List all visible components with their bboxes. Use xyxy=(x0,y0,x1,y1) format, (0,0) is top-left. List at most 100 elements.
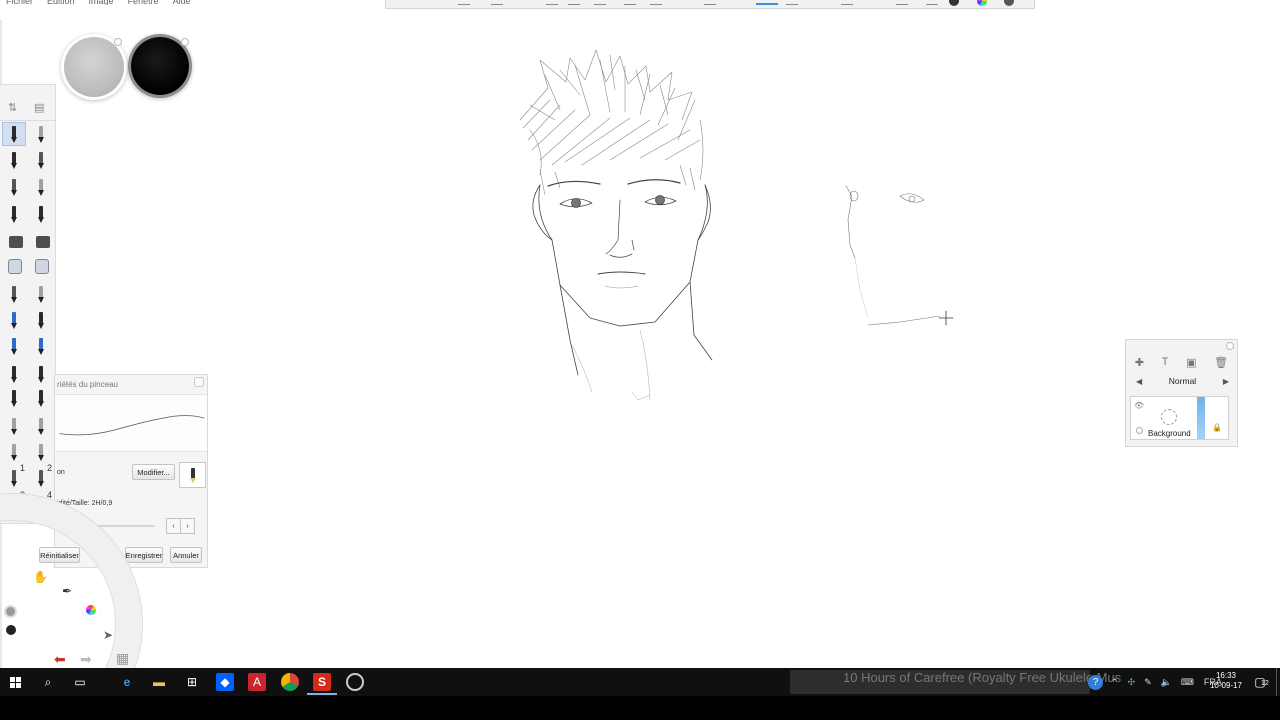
puck-close-icon[interactable] xyxy=(181,38,189,46)
blue-marker-brush[interactable] xyxy=(29,334,53,358)
sketchbook-icon[interactable]: S xyxy=(307,673,337,695)
custom-slot-2[interactable]: 2 xyxy=(29,463,53,490)
paint-brush[interactable] xyxy=(2,386,26,410)
chevron-left-icon[interactable]: ◀ xyxy=(1136,377,1142,386)
blend-mode-selector[interactable]: ◀ Normal ▶ xyxy=(1136,374,1229,388)
hand-tool-icon[interactable]: ✋ xyxy=(33,570,48,584)
eraser-soft[interactable] xyxy=(29,229,53,253)
windows-start-icon[interactable] xyxy=(10,677,22,689)
pencil-gray-brush[interactable] xyxy=(2,282,26,306)
close-icon[interactable] xyxy=(1226,342,1234,350)
ruler-tool-icon[interactable] xyxy=(594,0,606,5)
select-arrow-icon[interactable]: ➤ xyxy=(103,628,113,642)
marker-brush[interactable] xyxy=(29,148,53,172)
inking-pen-brush[interactable] xyxy=(2,175,26,199)
network-icon[interactable]: ✣ xyxy=(1128,677,1136,688)
task-view-icon[interactable]: ▭ xyxy=(71,673,89,691)
layer-stack-icon[interactable]: ▦ xyxy=(116,650,129,667)
obs-icon[interactable] xyxy=(346,673,364,691)
menu-image[interactable]: Image xyxy=(89,0,114,5)
acrobat-icon[interactable]: A xyxy=(248,673,266,691)
lock-icon[interactable]: 🔒 xyxy=(1212,423,1222,432)
dropbox-icon[interactable]: ◆ xyxy=(216,673,234,691)
transform-tool-icon[interactable] xyxy=(786,0,798,5)
symmetry-tool-icon[interactable] xyxy=(650,0,662,5)
lagoon-secondary-color[interactable] xyxy=(6,625,16,635)
primary-color-puck[interactable] xyxy=(64,37,124,97)
lagoon-primary-color[interactable] xyxy=(4,605,17,618)
texture-brush[interactable] xyxy=(2,440,26,464)
brush-preview[interactable] xyxy=(179,462,206,488)
keyboard-icon[interactable]: ⌨ xyxy=(1181,677,1194,688)
close-icon[interactable] xyxy=(194,377,204,387)
fill-bucket-brush[interactable] xyxy=(2,254,26,278)
blue-pencil-brush[interactable] xyxy=(2,308,26,332)
felt-pen-brush[interactable] xyxy=(2,202,26,226)
menu-file[interactable]: Fichier xyxy=(6,0,33,5)
active-tool-indicator[interactable] xyxy=(756,0,778,5)
chevron-up-icon[interactable]: ⌃ xyxy=(1111,677,1119,688)
cancel-button[interactable]: Annuler xyxy=(170,547,202,563)
smudge-brush[interactable] xyxy=(29,254,53,278)
color-editor-icon[interactable] xyxy=(977,0,987,6)
puck-close-icon[interactable] xyxy=(114,38,122,46)
help-icon[interactable]: ? xyxy=(1088,674,1103,690)
volume-icon[interactable]: 🔈 xyxy=(1161,677,1172,688)
redo-icon[interactable]: ➡ xyxy=(80,651,92,668)
clock[interactable]: 16:33 10-09-17 xyxy=(1205,671,1247,691)
chevron-left-icon[interactable]: ‹ xyxy=(167,519,180,533)
blender-brush[interactable] xyxy=(29,414,53,438)
eye-icon[interactable]: 👁 xyxy=(1134,401,1144,410)
undo-icon[interactable]: ⬅ xyxy=(54,651,66,668)
chevron-right-icon[interactable]: › xyxy=(180,519,194,533)
text-layer-icon[interactable]: T xyxy=(1162,356,1169,368)
pencil-light-brush[interactable] xyxy=(29,282,53,306)
ink-brush[interactable] xyxy=(2,362,26,386)
file-explorer-icon[interactable]: ▬ xyxy=(150,673,168,691)
delete-layer-icon[interactable]: 🗑 xyxy=(1214,356,1228,369)
chevron-right-icon[interactable]: ▶ xyxy=(1223,377,1229,386)
edge-icon[interactable]: e xyxy=(118,673,136,691)
color-wheel-icon[interactable] xyxy=(82,601,100,619)
eraser-hard[interactable] xyxy=(2,229,26,253)
brush-tool-icon[interactable]: ✒ xyxy=(62,584,72,598)
fine-liner-brush[interactable] xyxy=(29,202,53,226)
store-icon[interactable]: ⊞ xyxy=(183,673,201,691)
chrome-icon[interactable] xyxy=(281,673,299,691)
pen-icon[interactable]: ✎ xyxy=(1144,677,1152,688)
layer-radio[interactable] xyxy=(1136,427,1143,434)
copic-library-icon[interactable] xyxy=(1004,0,1014,6)
custom-slot-1[interactable]: 1 xyxy=(2,463,26,490)
menu-edit[interactable]: Edition xyxy=(47,0,75,5)
save-button[interactable]: Enregistrer xyxy=(125,547,163,563)
ballpoint-pen-brush[interactable] xyxy=(29,175,53,199)
brush-pen[interactable] xyxy=(29,362,53,386)
brush-palette-icon[interactable] xyxy=(926,0,938,5)
ellipse-tool-icon[interactable] xyxy=(624,0,636,5)
soft-brush[interactable] xyxy=(2,414,26,438)
brush-sets-icon[interactable]: ▤ xyxy=(34,101,44,114)
select-tool-icon[interactable] xyxy=(546,0,558,5)
menu-help[interactable]: Aide xyxy=(173,0,191,5)
chalk-brush[interactable] xyxy=(29,440,53,464)
notification-icon[interactable]: ▢ 12 xyxy=(1251,673,1269,691)
grid-tool-icon[interactable] xyxy=(458,0,470,5)
secondary-color-puck[interactable] xyxy=(131,37,189,95)
layer-tool-icon[interactable] xyxy=(841,0,853,5)
image-layer-icon[interactable]: ▣ xyxy=(1186,356,1196,369)
search-icon[interactable]: ⌕ xyxy=(39,673,57,691)
technical-pen-brush[interactable] xyxy=(29,122,53,146)
sliders-icon[interactable]: ⇅ xyxy=(8,101,17,114)
layer-background[interactable]: 👁 🔒 Background xyxy=(1130,396,1229,440)
text-tool-icon[interactable] xyxy=(568,0,580,5)
menu-window[interactable]: Fenêtre xyxy=(128,0,159,5)
dark-pencil-brush[interactable] xyxy=(29,308,53,332)
lagoon-toggle-icon[interactable] xyxy=(896,0,908,5)
perspective-tool-icon[interactable] xyxy=(704,0,716,5)
add-layer-icon[interactable]: ✚ xyxy=(1135,356,1144,369)
flat-brush[interactable] xyxy=(29,386,53,410)
brush-library-icon[interactable] xyxy=(949,0,959,6)
show-desktop-button[interactable] xyxy=(1276,668,1280,696)
pencil-brush[interactable] xyxy=(2,122,26,146)
modify-button[interactable]: Modifier... xyxy=(132,464,175,480)
